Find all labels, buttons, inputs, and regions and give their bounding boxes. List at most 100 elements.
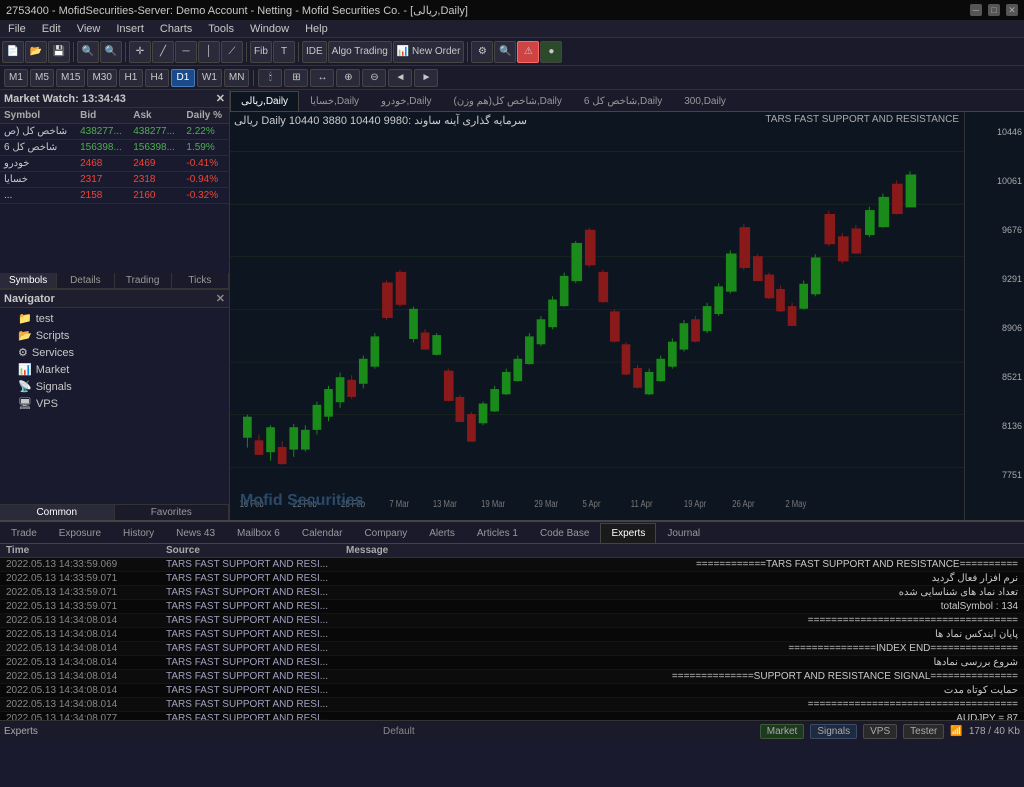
tab-articles[interactable]: Articles 1	[466, 523, 529, 543]
nav-item-test[interactable]: 📁 test	[2, 310, 227, 327]
new-chart-button[interactable]: 📄	[2, 41, 24, 63]
search-button[interactable]: 🔍	[494, 41, 516, 63]
tab-news[interactable]: News 43	[165, 523, 226, 543]
nav-item-market[interactable]: 📊 Market	[2, 361, 227, 378]
log-row[interactable]: 2022.05.13 14:34:08.014 TARS FAST SUPPOR…	[0, 656, 1024, 670]
market-watch-row[interactable]: خسایا 2317 2318 -0.94%	[0, 172, 229, 188]
hline-button[interactable]: ─	[175, 41, 197, 63]
zoom-chart-in[interactable]: ⊕	[336, 69, 360, 87]
chart-content[interactable]: سرمایه گذاری آینه ساوند :Daily 10440 388…	[230, 112, 1024, 520]
log-row[interactable]: 2022.05.13 14:34:08.014 TARS FAST SUPPOR…	[0, 642, 1024, 656]
alert-button[interactable]: ⚠	[517, 41, 539, 63]
zoom-out-button[interactable]: 🔍	[100, 41, 122, 63]
tab-history[interactable]: History	[112, 523, 165, 543]
menu-window[interactable]: Window	[242, 20, 297, 37]
vline-button[interactable]: │	[198, 41, 220, 63]
tab-journal[interactable]: Journal	[656, 523, 711, 543]
menu-tools[interactable]: Tools	[200, 20, 242, 37]
close-button[interactable]: ✕	[1006, 4, 1018, 16]
chart-tab-shakhes-hom[interactable]: شاخص کل(هم وزن),Daily	[443, 91, 573, 111]
nav-item-services[interactable]: ⚙ Services	[2, 344, 227, 361]
tab-mailbox[interactable]: Mailbox 6	[226, 523, 291, 543]
log-row[interactable]: 2022.05.13 14:34:08.014 TARS FAST SUPPOR…	[0, 698, 1024, 712]
chart-tab-shakhes-6[interactable]: شاخص کل 6,Daily	[573, 91, 673, 111]
tf-h4[interactable]: H4	[145, 69, 169, 87]
log-row[interactable]: 2022.05.13 14:34:08.014 TARS FAST SUPPOR…	[0, 614, 1024, 628]
save-button[interactable]: 💾	[48, 41, 70, 63]
log-row[interactable]: 2022.05.13 14:34:08.014 TARS FAST SUPPOR…	[0, 684, 1024, 698]
menu-edit[interactable]: Edit	[34, 20, 69, 37]
navigator-close[interactable]: ✕	[216, 292, 225, 305]
text-button[interactable]: T	[273, 41, 295, 63]
crosshair-button[interactable]: ✛	[129, 41, 151, 63]
minimize-button[interactable]: ─	[970, 4, 982, 16]
menu-charts[interactable]: Charts	[152, 20, 200, 37]
zoom-chart-out[interactable]: ⊖	[362, 69, 386, 87]
menu-help[interactable]: Help	[297, 20, 336, 37]
tf-w1[interactable]: W1	[197, 69, 222, 87]
nav-tab-favorites[interactable]: Favorites	[115, 505, 230, 520]
tab-symbols[interactable]: Symbols	[0, 273, 57, 288]
log-content[interactable]: Time Source Message 2022.05.13 14:33:59.…	[0, 544, 1024, 720]
tab-ticks[interactable]: Ticks	[172, 273, 229, 288]
algo-button[interactable]: Algo Trading	[328, 41, 392, 63]
tf-m5[interactable]: M5	[30, 69, 54, 87]
log-row[interactable]: 2022.05.13 14:33:59.071 TARS FAST SUPPOR…	[0, 586, 1024, 600]
menu-insert[interactable]: Insert	[108, 20, 152, 37]
tab-alerts[interactable]: Alerts	[418, 523, 466, 543]
chart-type-button[interactable]: 🕯	[258, 69, 282, 87]
channel-button[interactable]: ⟋	[221, 41, 243, 63]
tab-codebase[interactable]: Code Base	[529, 523, 600, 543]
tf-m30[interactable]: M30	[87, 69, 116, 87]
log-row[interactable]: 2022.05.13 14:34:08.014 TARS FAST SUPPOR…	[0, 628, 1024, 642]
chart-tab-300[interactable]: 300,Daily	[673, 91, 737, 111]
log-row[interactable]: 2022.05.13 14:34:08.014 TARS FAST SUPPOR…	[0, 670, 1024, 684]
signals-status-button[interactable]: Signals	[810, 724, 857, 739]
fib-button[interactable]: Fib	[250, 41, 272, 63]
line-button[interactable]: ╱	[152, 41, 174, 63]
tf-mn[interactable]: MN	[224, 69, 250, 87]
scrollback-button[interactable]: ◄	[388, 69, 412, 87]
zoom-in-button[interactable]: 🔍	[77, 41, 99, 63]
nav-item-signals[interactable]: 📡 Signals	[2, 378, 227, 395]
grid-button[interactable]: ⊞	[284, 69, 308, 87]
open-button[interactable]: 📂	[25, 41, 47, 63]
tab-details[interactable]: Details	[57, 273, 114, 288]
tab-trade[interactable]: Trade	[0, 523, 48, 543]
tab-experts[interactable]: Experts	[600, 523, 656, 543]
menu-view[interactable]: View	[69, 20, 109, 37]
chart-tab-riali[interactable]: ریالی,Daily	[230, 91, 299, 111]
new-order-button[interactable]: 📊 New Order	[393, 41, 465, 63]
market-watch-row[interactable]: شاخص کل (ص 438277... 438277... 2.22%	[0, 124, 229, 140]
nav-item-vps[interactable]: 🖥 VPS	[2, 395, 227, 412]
log-row[interactable]: 2022.05.13 14:34:08.077 TARS FAST SUPPOR…	[0, 712, 1024, 721]
online-button[interactable]: ●	[540, 41, 562, 63]
settings-button[interactable]: ⚙	[471, 41, 493, 63]
vps-status-button[interactable]: VPS	[863, 724, 897, 739]
log-row[interactable]: 2022.05.13 14:33:59.069 TARS FAST SUPPOR…	[0, 558, 1024, 572]
tf-d1[interactable]: D1	[171, 69, 195, 87]
tab-company[interactable]: Company	[353, 523, 418, 543]
autoscroll-button[interactable]: ↔	[310, 69, 334, 87]
tf-m15[interactable]: M15	[56, 69, 85, 87]
menu-file[interactable]: File	[0, 20, 34, 37]
scrollfwd-button[interactable]: ►	[414, 69, 438, 87]
nav-tab-common[interactable]: Common	[0, 505, 115, 520]
tf-h1[interactable]: H1	[119, 69, 143, 87]
market-watch-row[interactable]: خودرو 2468 2469 -0.41%	[0, 156, 229, 172]
tab-calendar[interactable]: Calendar	[291, 523, 354, 543]
market-watch-row[interactable]: شاخص کل 6 156398... 156398... 1.59%	[0, 140, 229, 156]
ide-button[interactable]: IDE	[302, 41, 327, 63]
tf-m1[interactable]: M1	[4, 69, 28, 87]
tab-exposure[interactable]: Exposure	[48, 523, 112, 543]
tab-trading[interactable]: Trading	[115, 273, 172, 288]
chart-tab-khasaya[interactable]: خسایا,Daily	[299, 91, 370, 111]
chart-tab-khodro[interactable]: خودرو,Daily	[370, 91, 442, 111]
maximize-button[interactable]: □	[988, 4, 1000, 16]
tester-status-button[interactable]: Tester	[903, 724, 944, 739]
market-watch-close[interactable]: ✕	[216, 92, 225, 105]
log-row[interactable]: 2022.05.13 14:33:59.071 TARS FAST SUPPOR…	[0, 572, 1024, 586]
market-status-button[interactable]: Market	[760, 724, 805, 739]
market-watch-row[interactable]: ... 2158 2160 -0.32%	[0, 188, 229, 204]
nav-item-scripts[interactable]: 📂 Scripts	[2, 327, 227, 344]
